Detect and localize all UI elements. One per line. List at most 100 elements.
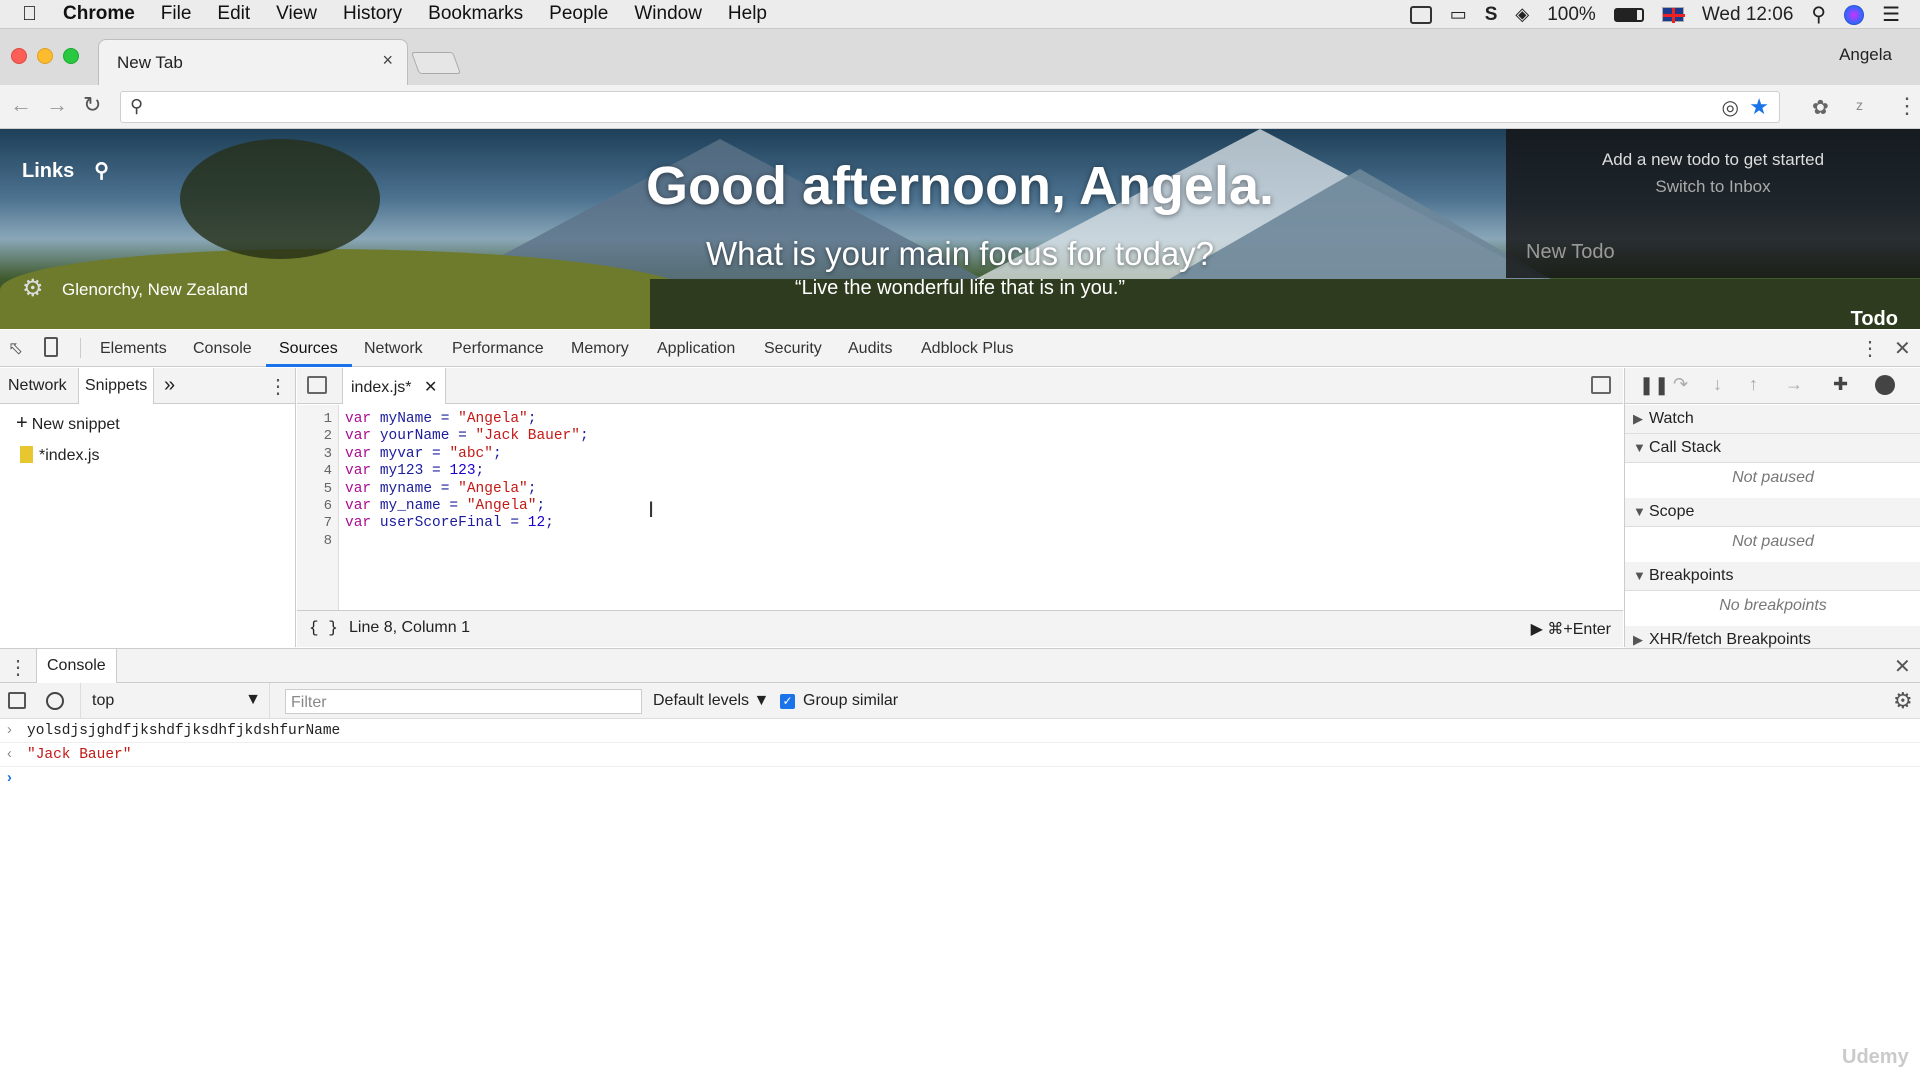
context-selector[interactable]: top ▼ [80, 683, 270, 719]
code-line[interactable]: var myName = "Angela"; [345, 411, 536, 427]
console-prompt[interactable]: › [0, 767, 1920, 791]
drawer-close-icon[interactable]: ✕ [1894, 654, 1911, 679]
extension-bug-icon[interactable]: ✿ [1812, 95, 1829, 120]
step-over-icon[interactable]: ↷ [1673, 374, 1688, 395]
chrome-menu-icon[interactable]: ⋮ [1896, 93, 1918, 119]
step-icon[interactable]: → [1785, 374, 1803, 395]
tab-adblock-plus[interactable]: Adblock Plus [921, 340, 1014, 358]
window-close-button[interactable] [11, 48, 27, 64]
code-line[interactable]: var my123 = 123; [345, 463, 484, 479]
toggle-navigator-icon[interactable] [307, 376, 327, 394]
new-snippet-button[interactable]: + New snippet [16, 412, 120, 435]
line-number[interactable]: 6 [324, 498, 332, 514]
code-line[interactable]: var my_name = "Angela"; [345, 498, 545, 514]
line-number[interactable]: 4 [324, 463, 332, 479]
battery-icon[interactable] [1613, 7, 1644, 22]
code-line[interactable]: var userScoreFinal = 12; [345, 515, 554, 531]
menu-history[interactable]: History [343, 3, 402, 25]
more-tabs-icon[interactable]: » [164, 374, 175, 397]
menu-bookmarks[interactable]: Bookmarks [428, 3, 523, 25]
spotlight-search-icon[interactable]: ⚲ [1811, 2, 1826, 27]
line-number[interactable]: 2 [324, 428, 332, 444]
settings-gear-icon[interactable]: ⚙ [22, 274, 44, 303]
line-number[interactable]: 3 [324, 446, 332, 462]
daily-quote[interactable]: “Live the wonderful life that is in you.… [0, 277, 1920, 300]
new-todo-input[interactable]: New Todo [1526, 241, 1615, 264]
navigator-menu-icon[interactable]: ⋮ [268, 374, 288, 399]
window-minimize-button[interactable] [37, 48, 53, 64]
new-tab-button[interactable] [410, 52, 462, 74]
editor-file-tab[interactable]: index.js* ✕ [342, 368, 447, 404]
console-sidebar-toggle-icon[interactable] [8, 692, 26, 709]
tab-security[interactable]: Security [764, 340, 822, 358]
browser-tab-active[interactable]: New Tab × [98, 39, 408, 85]
clear-console-icon[interactable] [46, 692, 64, 710]
pause-on-exceptions-icon[interactable] [1875, 375, 1895, 395]
menu-help[interactable]: Help [728, 3, 767, 25]
devtools-menu-icon[interactable]: ⋮ [1860, 336, 1880, 361]
notification-center-icon[interactable]: ☰ [1882, 2, 1900, 27]
back-arrow-icon[interactable]: ← [10, 92, 32, 118]
tab-performance[interactable]: Performance [452, 340, 544, 358]
run-snippet-button[interactable]: ▶ ⌘+Enter [1531, 619, 1611, 639]
log-levels-dropdown[interactable]: Default levels ▼ [653, 692, 769, 710]
reload-icon[interactable]: ↻ [83, 92, 101, 118]
apple-icon[interactable]:  [22, 3, 37, 26]
menubar-clock[interactable]: Wed 12:06 [1702, 4, 1794, 26]
menu-file[interactable]: File [161, 3, 192, 25]
menu-view[interactable]: View [276, 3, 317, 25]
photo-location[interactable]: Glenorchy, New Zealand [62, 280, 248, 300]
debugger-section-call-stack[interactable]: ▼ Call Stack [1625, 434, 1920, 463]
profile-name[interactable]: Angela [1839, 45, 1892, 65]
navigator-tab-snippets[interactable]: Snippets [78, 368, 155, 404]
tab-sources[interactable]: Sources [279, 340, 338, 358]
group-similar-checkbox[interactable]: ✓ [780, 694, 795, 709]
pause-icon[interactable]: ❚❚ [1639, 375, 1669, 396]
line-number[interactable]: 8 [324, 533, 332, 549]
menu-edit[interactable]: Edit [217, 3, 250, 25]
debugger-section-scope[interactable]: ▼ Scope [1625, 498, 1920, 527]
code-line[interactable]: var yourName = "Jack Bauer"; [345, 428, 589, 444]
line-number[interactable]: 1 [324, 411, 332, 427]
tab-close-icon[interactable]: × [382, 50, 393, 71]
console-settings-gear-icon[interactable]: ⚙ [1893, 688, 1913, 714]
snippet-file-item[interactable]: *index.js [20, 446, 99, 465]
skype-icon[interactable]: S [1485, 4, 1498, 26]
menu-window[interactable]: Window [634, 3, 702, 25]
inspect-element-icon[interactable]: ⬁ [8, 338, 23, 359]
pretty-print-button[interactable]: { } [309, 619, 338, 637]
toggle-debugger-icon[interactable] [1591, 376, 1611, 394]
tab-application[interactable]: Application [657, 340, 735, 358]
navigator-tab-network[interactable]: Network [8, 377, 67, 395]
code-line[interactable]: var myname = "Angela"; [345, 481, 536, 497]
forward-arrow-icon[interactable]: → [46, 92, 68, 118]
menu-app-name[interactable]: Chrome [63, 3, 135, 25]
tab-network[interactable]: Network [364, 340, 423, 358]
wifi-icon[interactable]: ◈ [1515, 4, 1529, 25]
code-line[interactable]: var myvar = "abc"; [345, 446, 502, 462]
todo-toggle[interactable]: Todo [1851, 308, 1898, 329]
bookmark-star-icon[interactable]: ★ [1749, 94, 1769, 120]
line-number[interactable]: 5 [324, 481, 332, 497]
console-output[interactable]: › yolsdjsjghdfjkshdfjksdhfjkdshfurName ‹… [0, 719, 1920, 1080]
tab-memory[interactable]: Memory [571, 340, 629, 358]
location-target-icon[interactable]: ◎ [1722, 95, 1739, 120]
airplay-icon[interactable]: ▭ [1450, 4, 1467, 25]
flag-uk-icon[interactable] [1661, 7, 1685, 23]
battery-percent[interactable]: 100% [1547, 4, 1596, 26]
drawer-menu-icon[interactable]: ⋮ [8, 655, 28, 680]
menu-people[interactable]: People [549, 3, 608, 25]
tab-elements[interactable]: Elements [100, 340, 167, 358]
switch-to-inbox-link[interactable]: Switch to Inbox [1506, 177, 1920, 197]
window-zoom-button[interactable] [63, 48, 79, 64]
debugger-section-breakpoints[interactable]: ▼ Breakpoints [1625, 562, 1920, 591]
siri-icon[interactable] [1844, 4, 1865, 25]
console-filter-input[interactable]: Filter [285, 689, 642, 714]
close-file-icon[interactable]: ✕ [424, 379, 437, 396]
extension-z-icon[interactable]: z [1856, 97, 1863, 113]
step-into-icon[interactable]: ↓ [1713, 374, 1722, 395]
screen-record-icon[interactable] [1409, 5, 1432, 24]
drawer-tab-console[interactable]: Console [36, 649, 117, 683]
device-toolbar-icon[interactable] [44, 337, 58, 357]
step-out-icon[interactable]: ↑ [1749, 374, 1758, 395]
